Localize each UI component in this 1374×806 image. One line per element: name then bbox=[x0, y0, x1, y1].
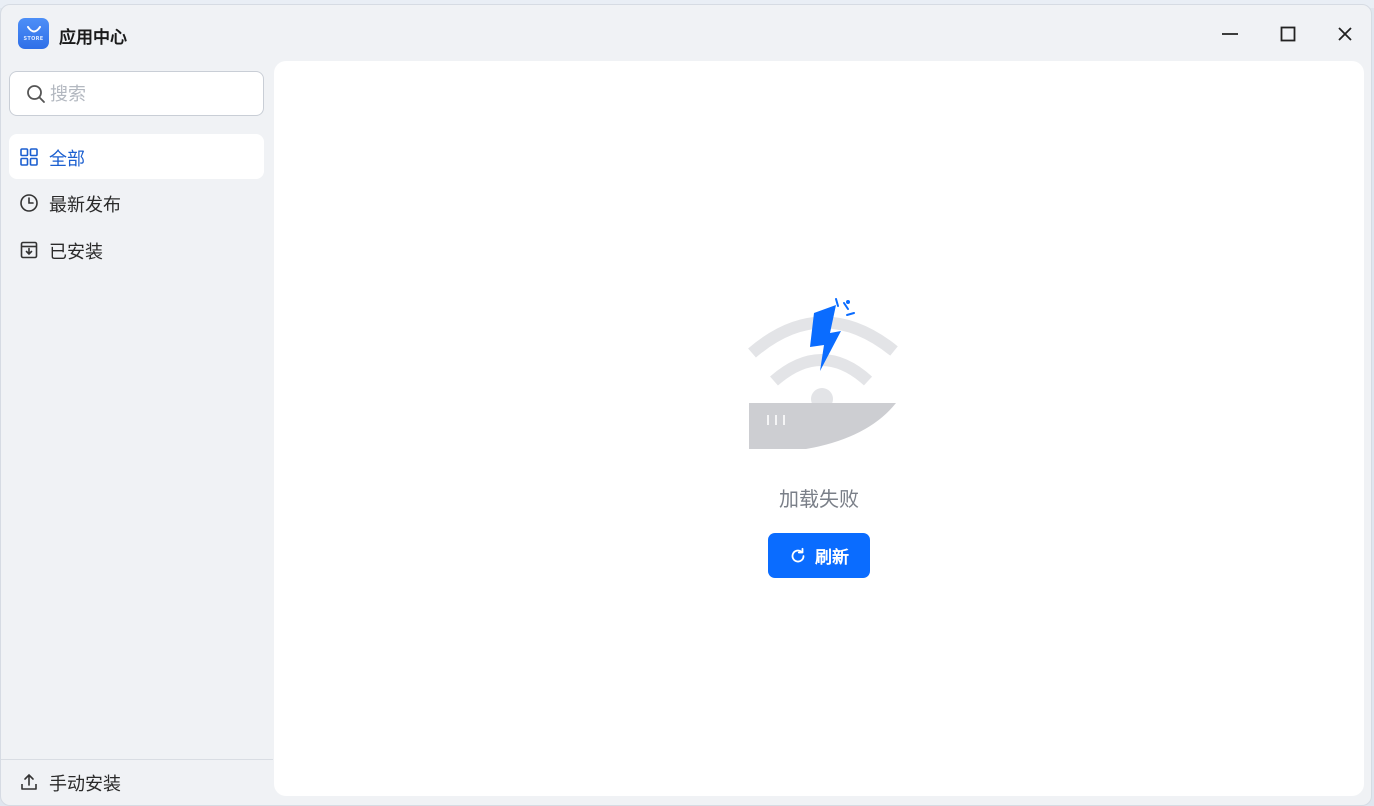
minimize-button[interactable] bbox=[1215, 19, 1245, 49]
logo-text: STORE bbox=[23, 35, 44, 42]
sidebar-item-all[interactable]: 全部 bbox=[9, 134, 264, 179]
search-icon bbox=[27, 85, 45, 103]
sidebar-divider bbox=[1, 759, 273, 760]
title-bar: STORE 应用中心 bbox=[1, 5, 1371, 61]
manual-install-button[interactable]: 手动安装 bbox=[9, 761, 264, 803]
search-input[interactable] bbox=[50, 80, 250, 108]
search-box[interactable] bbox=[9, 71, 264, 116]
minimize-icon bbox=[1222, 33, 1238, 35]
app-title: 应用中心 bbox=[59, 28, 127, 48]
close-icon bbox=[1338, 27, 1352, 41]
refresh-label: 刷新 bbox=[815, 548, 849, 567]
sidebar-item-label: 全部 bbox=[49, 149, 85, 170]
close-button[interactable] bbox=[1330, 19, 1360, 49]
manual-install-label: 手动安装 bbox=[49, 774, 121, 795]
installed-box-icon bbox=[20, 241, 38, 259]
sidebar-item-installed[interactable]: 已安装 bbox=[9, 227, 264, 272]
sidebar: 全部 最新发布 已安装 手动安装 bbox=[1, 61, 273, 805]
grid-icon bbox=[20, 148, 38, 166]
refresh-button[interactable]: 刷新 bbox=[768, 533, 870, 578]
app-window: STORE 应用中心 全部 bbox=[0, 4, 1372, 806]
store-logo-icon: STORE bbox=[18, 18, 49, 49]
refresh-icon bbox=[791, 547, 805, 562]
maximize-icon bbox=[1280, 26, 1296, 42]
maximize-button[interactable] bbox=[1273, 19, 1303, 49]
clock-icon bbox=[20, 194, 38, 212]
sidebar-item-latest[interactable]: 最新发布 bbox=[9, 180, 264, 225]
network-error-icon bbox=[748, 298, 898, 449]
main-content: 加载失败 刷新 bbox=[274, 61, 1364, 796]
sidebar-item-label: 已安装 bbox=[49, 242, 103, 263]
load-failed-text: 加载失败 bbox=[779, 487, 859, 511]
upload-icon bbox=[21, 773, 37, 790]
sidebar-item-label: 最新发布 bbox=[49, 195, 121, 216]
